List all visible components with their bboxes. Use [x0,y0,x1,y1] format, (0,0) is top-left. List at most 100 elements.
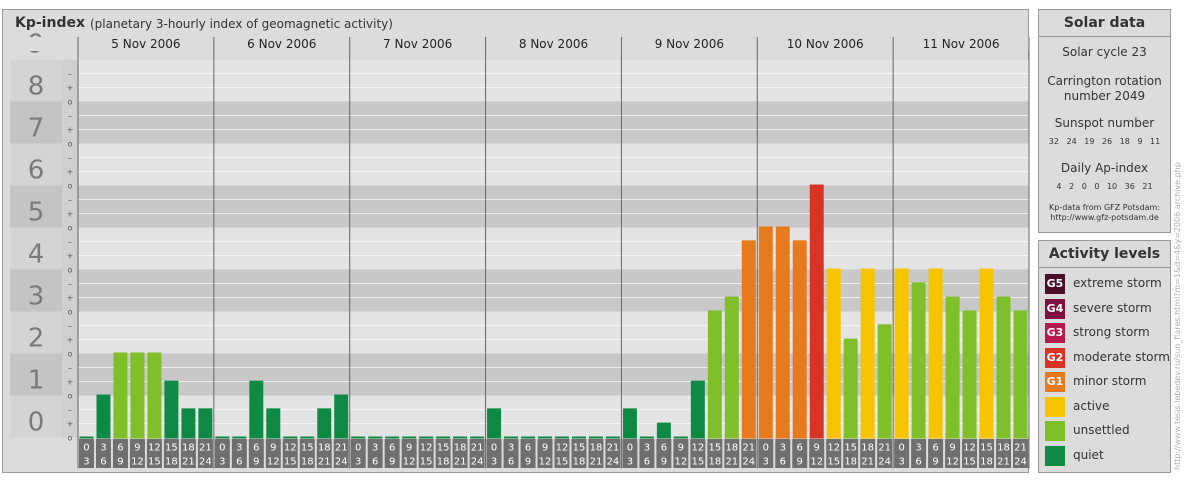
kp-bar [962,310,977,439]
hour-start-label: 15 [708,443,721,454]
minor-tick-label: – [68,112,72,121]
hour-start-label: 18 [454,443,467,454]
plot-band [78,185,1029,228]
kp-bar [673,436,688,439]
hour-start-label: 3 [236,443,242,454]
hour-end-label: 24 [335,457,348,468]
plot-band [78,269,1029,312]
kp-bar [979,268,994,439]
hour-start-label: 6 [253,443,259,454]
hour-end-label: 9 [389,457,395,468]
kp-bar [928,268,943,439]
hour-start-label: 12 [284,443,297,454]
kp-bar [232,436,247,439]
hour-start-label: 21 [742,443,755,454]
activity-level-label: active [1073,398,1110,413]
minor-tick-label: + [67,252,74,261]
hour-start-label: 0 [219,443,225,454]
kp-bar [911,282,926,439]
hour-start-label: 12 [691,443,704,454]
kp-bar [96,394,111,439]
kp-bar [538,436,552,439]
minor-tick-band [62,353,78,396]
minor-tick-label: – [68,154,72,163]
day-label: 9 Nov 2006 [655,37,724,51]
kp-bar [419,436,434,439]
hour-start-label: 9 [406,443,412,454]
kp-bar [487,408,502,439]
activity-levels-panel: Activity levels G5 extreme storm G4 severe … [1038,240,1171,473]
hour-end-label: 6 [644,457,650,468]
hour-start-label: 12 [963,443,976,454]
minor-tick-label: + [67,294,74,303]
hour-end-label: 9 [525,457,531,468]
hour-start-label: 18 [182,443,195,454]
kp-data-url: http://www.gfz-potsdam.de [1050,213,1159,222]
hour-end-label: 6 [508,457,514,468]
kp-bar [775,226,790,439]
day-label: 6 Nov 2006 [247,37,316,51]
activity-level-swatch: G1 [1045,372,1065,392]
hour-start-label: 12 [556,443,569,454]
kp-bar [266,408,281,439]
activity-level-label: severe storm [1073,300,1152,315]
hour-end-label: 3 [491,457,497,468]
hour-end-label: 21 [997,457,1010,468]
hour-end-label: 18 [844,457,857,468]
hour-end-label: 9 [117,457,123,468]
kp-bar [588,436,603,439]
kp-bar [690,380,705,439]
hour-end-label: 6 [372,457,378,468]
kp-bar [724,296,739,439]
minor-tick-label: + [67,378,74,387]
hour-end-label: 15 [420,457,433,468]
page-root: Kp-index (planetary 3-hourly index of ge… [0,0,1184,480]
hour-start-label: 3 [100,443,106,454]
sunspot-label: Sunspot number [1054,116,1155,130]
minor-tick-band [62,59,78,102]
hour-end-label: 6 [100,457,106,468]
hour-end-label: 15 [284,457,297,468]
activity-level-label: extreme storm [1073,276,1162,290]
hour-end-label: 6 [236,457,242,468]
kp-bar [470,436,485,439]
kp-bar [894,268,909,439]
hour-start-label: 6 [117,443,123,454]
minor-tick-label: – [68,364,72,373]
kp-bar [605,436,620,439]
activity-level-label: quiet [1073,447,1104,462]
kp-bar [147,352,162,439]
kp-bar [334,394,349,439]
hour-end-label: 3 [898,457,904,468]
hour-start-label: 18 [997,443,1010,454]
hour-start-label: 3 [915,443,921,454]
kp-data-credit: Kp-data from GFZ Potsdam: [1049,203,1160,212]
hour-start-label: 0 [627,443,633,454]
minor-tick-label: o [68,308,73,317]
minor-tick-label: – [68,322,72,331]
hour-start-label: 6 [797,443,803,454]
hour-start-label: 18 [861,443,874,454]
minor-tick-label: o [68,98,73,107]
kp-bar [249,380,264,439]
minor-tick-label: o [68,140,73,149]
ap-index-label: Daily Ap-index [1060,161,1149,175]
kp-bar [571,436,586,439]
hour-start-label: 6 [932,443,938,454]
y-tick-label: 8 [28,72,45,102]
hour-end-label: 24 [1014,457,1027,468]
y-tick-label: 7 [28,114,45,144]
minor-tick-label: o [68,392,73,401]
activity-level-swatch: G3 [1045,323,1065,343]
kp-bar [351,436,366,439]
hour-start-label: 0 [83,443,89,454]
hour-end-label: 9 [797,457,803,468]
kp-chart: 0123456789o+–o+–o+–o+–o+–o+–o+–o+–o+–5 N… [10,30,1030,469]
hour-end-label: 21 [182,457,195,468]
kp-bar [198,408,213,439]
hour-start-label: 0 [898,443,904,454]
hour-start-label: 3 [780,443,786,454]
day-label: 8 Nov 2006 [519,37,588,51]
hour-end-label: 18 [708,457,721,468]
hour-end-label: 6 [780,457,786,468]
